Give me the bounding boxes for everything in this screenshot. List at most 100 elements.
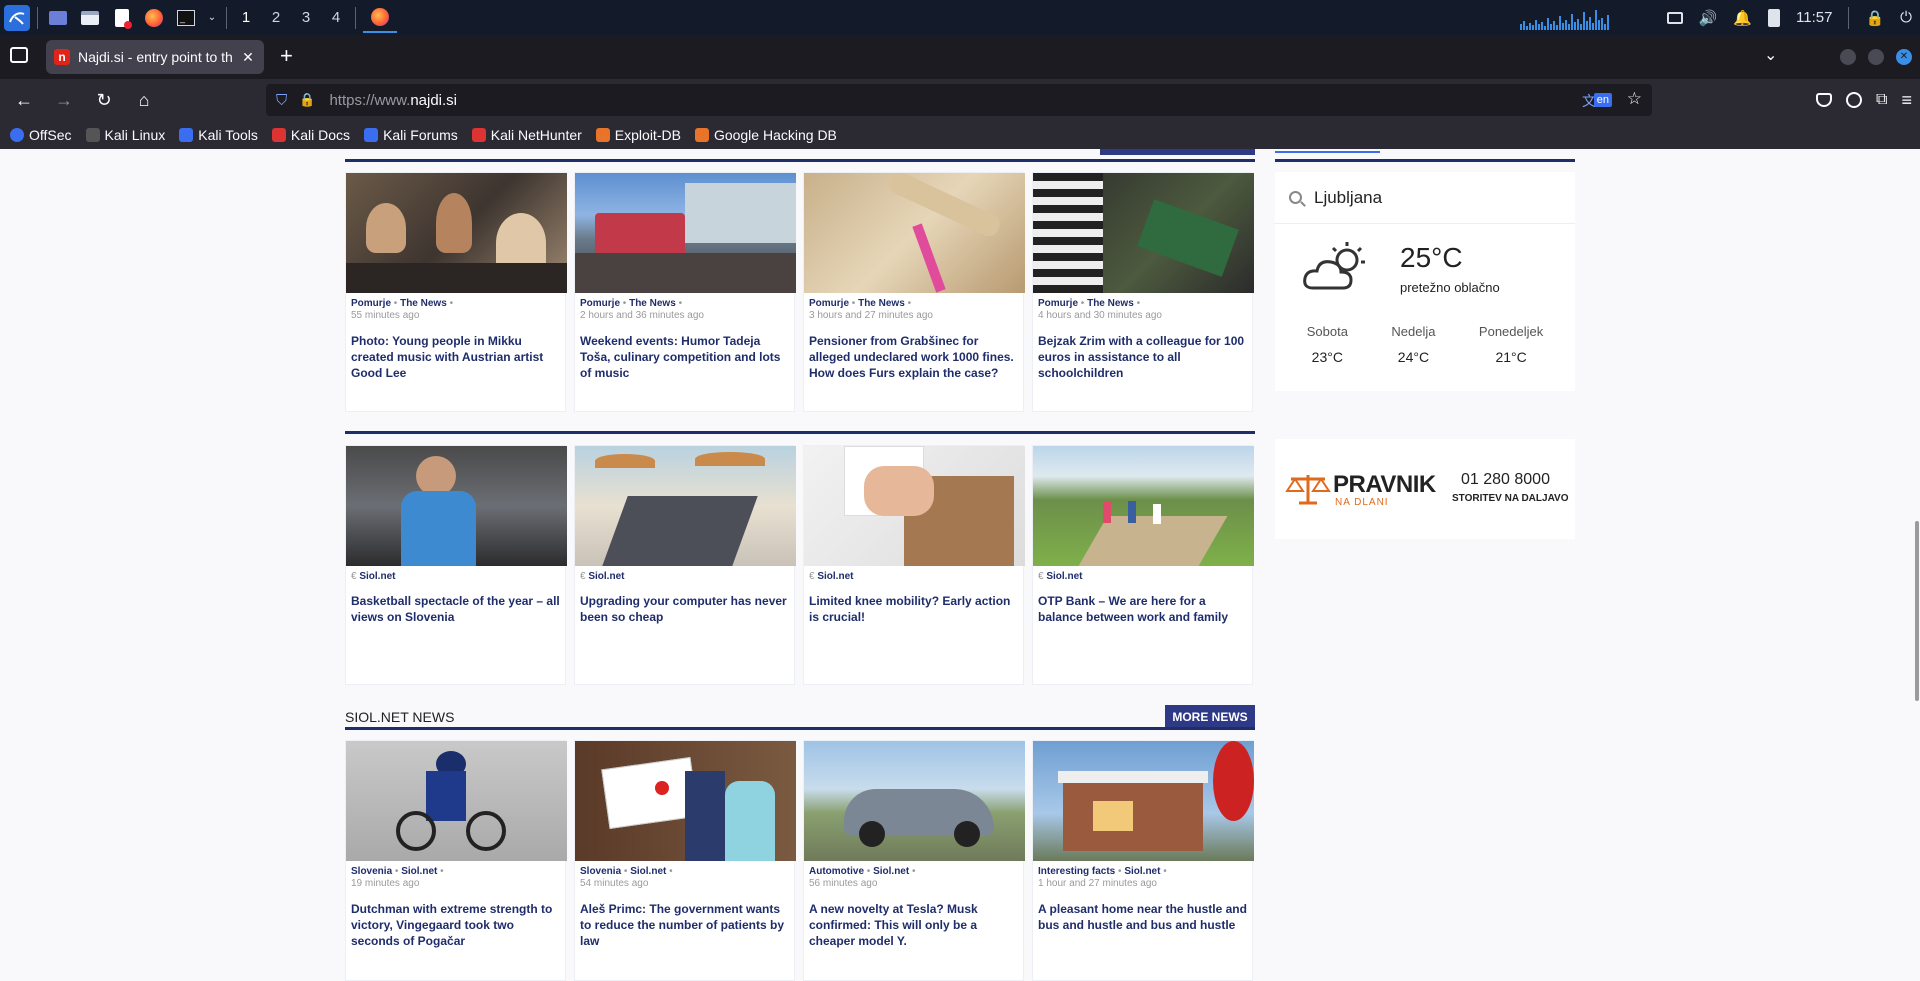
news-headline[interactable]: Pensioner from Grabšinec for alleged und… [804,322,1023,391]
forward-button[interactable]: → [48,84,80,116]
notification-bell-icon[interactable]: 🔔 [1733,9,1752,27]
news-category[interactable]: Slovenia [580,866,621,877]
news-card[interactable]: Automotive • Siol.net • 56 minutes ago A… [803,740,1025,981]
news-image[interactable] [804,173,1025,293]
display-icon[interactable] [1666,11,1683,24]
news-headline[interactable]: A pleasant home near the hustle and bus … [1033,890,1252,943]
text-editor-icon[interactable] [109,5,135,31]
sponsor-name[interactable]: Siol.net [588,571,624,582]
sponsored-card[interactable]: € Siol.net Basketball spectacle of the y… [345,445,567,685]
news-headline[interactable]: Upgrading your computer has never been s… [575,582,794,635]
sponsor-name[interactable]: Siol.net [1046,571,1082,582]
window-minimize-button[interactable] [1840,49,1856,65]
news-image[interactable] [575,741,796,861]
news-headline[interactable]: OTP Bank – We are here for a balance bet… [1033,582,1252,635]
news-headline[interactable]: A new novelty at Tesla? Musk confirmed: … [804,890,1023,959]
news-headline[interactable]: Weekend events: Humor Tadeja Toša, culin… [575,322,794,391]
news-image[interactable] [346,173,567,293]
news-headline[interactable]: Basketball spectacle of the year – all v… [346,582,565,635]
tab-overview-icon[interactable] [10,47,28,63]
sponsored-card[interactable]: € Siol.net Limited knee mobility? Early … [803,445,1025,685]
workspace-2[interactable]: 2 [261,9,291,26]
bookmark-offsec[interactable]: OffSec [10,127,72,143]
news-source[interactable]: The News [858,298,905,309]
news-source[interactable]: Siol.net [401,866,437,877]
news-card[interactable]: Interesting facts • Siol.net • 1 hour an… [1032,740,1254,981]
news-image[interactable] [575,446,796,566]
news-card[interactable]: Slovenia • Siol.net • 54 minutes ago Ale… [574,740,796,981]
shield-icon[interactable]: ⛉ [276,92,287,109]
bookmark-star-icon[interactable]: ☆ [1627,89,1642,109]
sponsored-card[interactable]: € Siol.net OTP Bank – We are here for a … [1032,445,1254,685]
translate-badge[interactable]: en [1593,93,1612,107]
menu-icon[interactable]: ≡ [1901,90,1912,111]
news-image[interactable] [804,741,1025,861]
chevron-down-icon[interactable]: ⌄ [205,5,219,31]
news-category[interactable]: Pomurje [580,298,620,309]
news-headline[interactable]: Dutchman with extreme strength to victor… [346,890,565,959]
news-image[interactable] [1033,173,1254,293]
firefox-launcher-icon[interactable] [141,5,167,31]
power-icon[interactable]: ⏻ [1900,9,1912,26]
news-card[interactable]: Pomurje • The News • 3 hours and 27 minu… [803,172,1025,412]
news-category[interactable]: Pomurje [1038,298,1078,309]
news-category[interactable]: Automotive [809,866,864,877]
news-image[interactable] [1033,741,1254,861]
reload-button[interactable]: ↻ [88,84,120,116]
bookmark-google-hacking-db[interactable]: Google Hacking DB [694,127,837,143]
news-image[interactable] [346,741,567,861]
news-source[interactable]: Siol.net [873,866,909,877]
news-headline[interactable]: Aleš Primc: The government wants to redu… [575,890,794,959]
weather-location[interactable]: Ljubljana [1314,188,1382,208]
workspace-4[interactable]: 4 [321,9,351,26]
bookmark-kali-forums[interactable]: Kali Forums [364,127,458,143]
file-manager-icon[interactable] [77,5,103,31]
search-icon[interactable] [1289,191,1306,207]
news-card[interactable]: Pomurje • The News • 55 minutes ago Phot… [345,172,567,412]
news-image[interactable] [804,446,1025,566]
active-tab[interactable]: n Najdi.si - entry point to th ✕ [46,40,264,74]
sponsor-name[interactable]: Siol.net [359,571,395,582]
window-maximize-button[interactable] [1868,49,1884,65]
new-tab-button[interactable]: + [280,43,293,69]
clock[interactable]: 11:57 [1796,9,1832,26]
workspace-3[interactable]: 3 [291,9,321,26]
news-category[interactable]: Pomurje [351,298,391,309]
terminal-icon[interactable]: _ [173,5,199,31]
list-all-tabs-icon[interactable]: ⌄ [1764,45,1777,65]
news-headline[interactable]: Bejzak Zrim with a colleague for 100 eur… [1033,322,1252,391]
volume-icon[interactable]: 🔊 [1699,9,1718,27]
lock-icon[interactable]: 🔒 [1865,9,1884,27]
pravnik-advertisement[interactable]: PRAVNIK NA DLANI 01 280 8000 STORITEV NA… [1275,439,1575,539]
news-source[interactable]: Siol.net [1124,866,1160,877]
bookmark-exploit-db[interactable]: Exploit-DB [595,127,681,143]
scrollbar-thumb[interactable] [1915,521,1919,701]
news-image[interactable] [1033,446,1254,566]
news-category[interactable]: Pomurje [809,298,849,309]
extensions-icon[interactable]: ⧉ [1876,91,1887,109]
sponsor-name[interactable]: Siol.net [817,571,853,582]
window-close-button[interactable]: ✕ [1896,49,1912,65]
news-source[interactable]: The News [1087,298,1134,309]
page-scrollbar[interactable] [1912,149,1920,981]
news-source[interactable]: The News [400,298,447,309]
firefox-window-button[interactable] [363,3,397,33]
account-icon[interactable] [1846,92,1863,108]
news-card[interactable]: Slovenia • Siol.net • 19 minutes ago Dut… [345,740,567,981]
news-image[interactable] [575,173,796,293]
home-button[interactable]: ⌂ [128,84,160,116]
desktop-icon[interactable] [45,5,71,31]
news-headline[interactable]: Limited knee mobility? Early action is c… [804,582,1023,635]
close-tab-icon[interactable]: ✕ [240,49,256,66]
news-image[interactable] [346,446,567,566]
news-source[interactable]: Siol.net [630,866,666,877]
bookmark-kali-linux[interactable]: Kali Linux [85,127,165,143]
more-news-button[interactable]: MORE NEWS [1165,705,1255,729]
news-headline[interactable]: Photo: Young people in Mikku created mus… [346,322,565,391]
news-category[interactable]: Interesting facts [1038,866,1115,877]
pocket-icon[interactable] [1816,93,1833,107]
news-card[interactable]: Pomurje • The News • 4 hours and 30 minu… [1032,172,1254,412]
bookmark-kali-nethunter[interactable]: Kali NetHunter [471,127,582,143]
news-source[interactable]: The News [629,298,676,309]
news-card[interactable]: Pomurje • The News • 2 hours and 36 minu… [574,172,796,412]
